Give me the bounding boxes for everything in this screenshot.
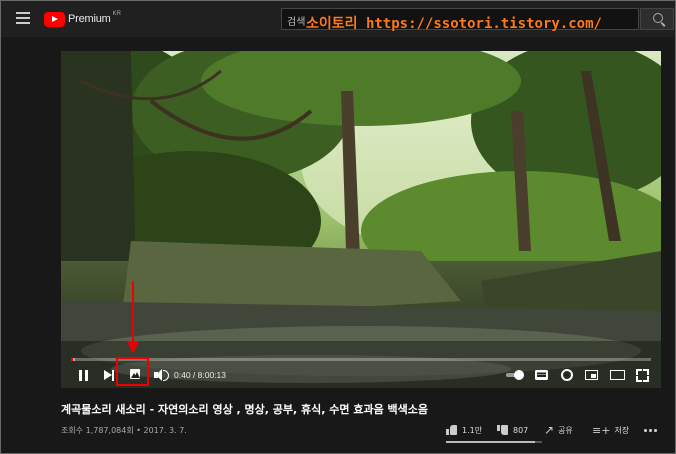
like-dislike-ratio-bar bbox=[446, 441, 542, 443]
theater-mode-icon[interactable] bbox=[609, 362, 627, 388]
video-frame-forest-stream bbox=[61, 51, 661, 388]
more-actions-icon[interactable] bbox=[643, 425, 657, 435]
fullscreen-icon[interactable] bbox=[635, 362, 649, 388]
volume-icon[interactable] bbox=[153, 362, 169, 388]
thumbs-down-icon bbox=[497, 425, 508, 435]
logo-text: Premium bbox=[68, 13, 111, 25]
annotation-highlight-box bbox=[116, 357, 149, 386]
autoplay-toggle-icon[interactable] bbox=[505, 362, 525, 388]
video-views-date: 조회수 1,787,084회 • 2017. 3. 7. bbox=[61, 426, 187, 435]
share-arrow-icon: ↗ bbox=[544, 423, 555, 437]
save-label: 저장 bbox=[614, 425, 630, 435]
player-controls: 0:40 / 8:00:13 bbox=[61, 362, 661, 388]
settings-gear-icon[interactable] bbox=[560, 362, 574, 388]
dislike-button[interactable]: 807 bbox=[497, 423, 528, 437]
like-ratio-fill bbox=[446, 441, 536, 443]
like-count: 1.1만 bbox=[462, 425, 483, 435]
next-video-icon[interactable] bbox=[102, 362, 116, 388]
hamburger-menu-icon[interactable] bbox=[16, 12, 30, 24]
save-button[interactable]: ≡+ 저장 bbox=[592, 423, 629, 437]
annotation-arrow-line bbox=[132, 281, 134, 343]
search-icon bbox=[653, 13, 663, 23]
logo-country-code: KR bbox=[112, 11, 121, 17]
miniplayer-icon[interactable] bbox=[584, 362, 600, 388]
dislike-count: 807 bbox=[513, 425, 529, 435]
youtube-premium-logo[interactable]: Premium KR bbox=[44, 11, 121, 27]
time-display: 0:40 / 8:00:13 bbox=[174, 370, 226, 380]
pause-icon[interactable] bbox=[75, 362, 91, 388]
search-button[interactable] bbox=[640, 8, 674, 30]
top-bar: Premium KR 검색 소이토리 https://ssotori.tisto… bbox=[0, 0, 676, 37]
youtube-play-logo-icon bbox=[44, 11, 65, 27]
search-placeholder: 검색 bbox=[287, 17, 306, 28]
thumbs-up-icon bbox=[446, 425, 457, 435]
progress-bar[interactable] bbox=[71, 358, 651, 361]
subtitles-icon[interactable] bbox=[534, 362, 550, 388]
playlist-add-icon: ≡+ bbox=[592, 423, 611, 437]
like-button[interactable]: 1.1만 bbox=[446, 423, 482, 437]
annotation-arrow-head bbox=[127, 341, 139, 354]
progress-played bbox=[71, 358, 73, 361]
share-button[interactable]: ↗ 공유 bbox=[544, 423, 573, 437]
video-player[interactable]: 0:40 / 8:00:13 bbox=[61, 51, 661, 388]
video-title: 계곡물소리 새소리 - 자연의소리 영상 , 명상, 공부, 휴식, 수면 효과… bbox=[61, 403, 429, 416]
blog-watermark: 소이토리 https://ssotori.tistory.com/ bbox=[306, 16, 602, 32]
share-label: 공유 bbox=[558, 425, 573, 435]
